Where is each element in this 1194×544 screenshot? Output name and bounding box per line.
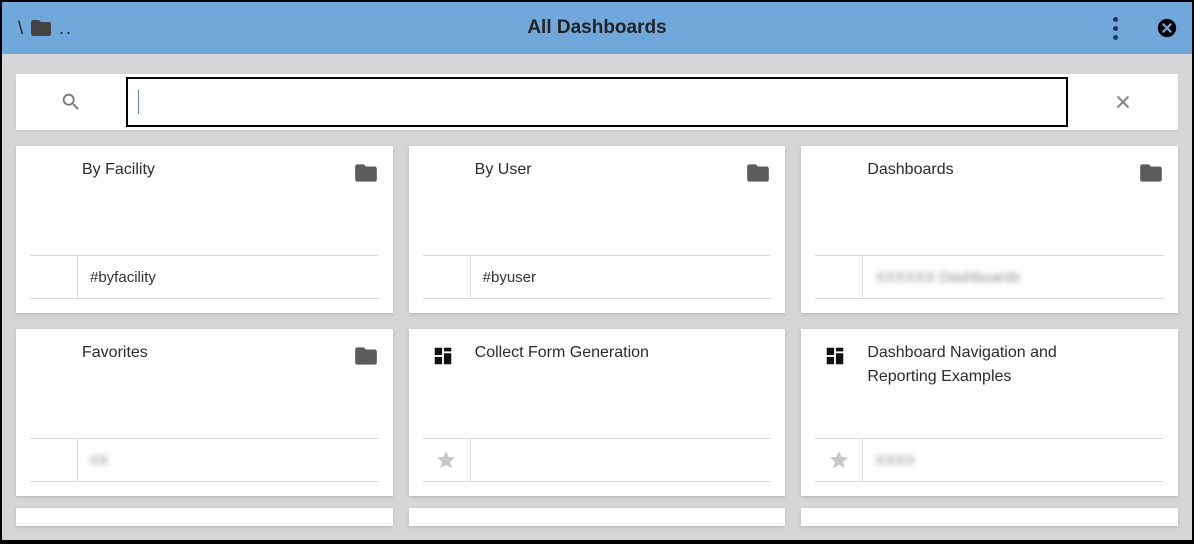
search-section — [2, 54, 1192, 146]
header-actions — [1109, 2, 1178, 54]
card-meta-row: XXXX — [815, 438, 1164, 482]
folder-icon — [353, 160, 379, 191]
search-icon — [16, 91, 126, 113]
favorite-toggle[interactable] — [423, 439, 471, 481]
dashboard-card-navigation-reporting-examples[interactable]: Dashboard Navigation and Reporting Examp… — [801, 329, 1178, 496]
card-tag: XXXX — [863, 452, 915, 469]
card-leading-spacer — [423, 158, 463, 162]
app-frame: \ .. All Dashboards — [2, 2, 1192, 540]
search-input-wrapper[interactable] — [126, 77, 1068, 127]
dashboard-card-collect-form-generation[interactable]: Collect Form Generation — [409, 329, 786, 496]
card-meta-row: #byuser — [423, 255, 772, 299]
folder-card-by-user[interactable]: By User #byuser — [409, 146, 786, 313]
folder-card-by-facility[interactable]: By Facility #byfacility — [16, 146, 393, 313]
card-type-icon — [345, 341, 379, 374]
clear-search-button[interactable] — [1068, 91, 1178, 113]
card-type-icon — [737, 158, 771, 191]
search-row — [16, 74, 1178, 130]
card-trail-spacer — [737, 341, 771, 343]
card-type-icon — [423, 341, 463, 372]
card-title: Collect Form Generation — [475, 341, 726, 365]
card-tag: #X — [78, 452, 108, 469]
meta-icon-slot — [30, 256, 78, 298]
folder-icon — [1138, 160, 1164, 191]
card-tag: #byuser — [471, 269, 536, 286]
card-meta-row: #X — [30, 438, 379, 482]
card-leading-spacer — [30, 341, 70, 345]
card-meta-row: #byfacility — [30, 255, 379, 299]
favorite-toggle[interactable] — [815, 439, 863, 481]
card-leading-spacer — [30, 158, 70, 162]
card-leading-spacer — [815, 158, 855, 162]
search-input[interactable] — [139, 79, 1056, 125]
dashboard-icon — [824, 345, 846, 372]
folder-card-favorites[interactable]: Favorites #X — [16, 329, 393, 496]
card-meta-row: XXXXXX Dashboards — [815, 255, 1164, 299]
card-peek[interactable] — [409, 508, 786, 526]
header-bar: \ .. All Dashboards — [2, 2, 1192, 54]
next-row-peek — [2, 508, 1192, 526]
card-type-icon — [345, 158, 379, 191]
card-type-icon — [1130, 158, 1164, 191]
card-trail-spacer — [1130, 341, 1164, 343]
card-title: By User — [475, 158, 726, 182]
dashboard-icon — [432, 345, 454, 372]
folder-icon — [745, 160, 771, 191]
card-title: Favorites — [82, 341, 333, 365]
card-title: Dashboard Navigation and Reporting Examp… — [867, 341, 1118, 389]
card-type-icon — [815, 341, 855, 372]
card-peek[interactable] — [16, 508, 393, 526]
card-title: By Facility — [82, 158, 333, 182]
page-title: All Dashboards — [2, 17, 1192, 39]
card-tag: #byfacility — [78, 269, 156, 286]
meta-icon-slot — [423, 256, 471, 298]
card-tag: XXXXXX Dashboards — [863, 269, 1020, 286]
close-button[interactable] — [1156, 17, 1178, 39]
folder-card-dashboards[interactable]: Dashboards XXXXXX Dashboards — [801, 146, 1178, 313]
meta-icon-slot — [30, 439, 78, 481]
card-title: Dashboards — [867, 158, 1118, 182]
meta-icon-slot — [815, 256, 863, 298]
cards-grid: By Facility #byfacility By User — [2, 146, 1192, 508]
folder-icon — [353, 343, 379, 374]
more-menu-button[interactable] — [1109, 13, 1122, 44]
card-meta-row — [423, 438, 772, 482]
card-peek[interactable] — [801, 508, 1178, 526]
